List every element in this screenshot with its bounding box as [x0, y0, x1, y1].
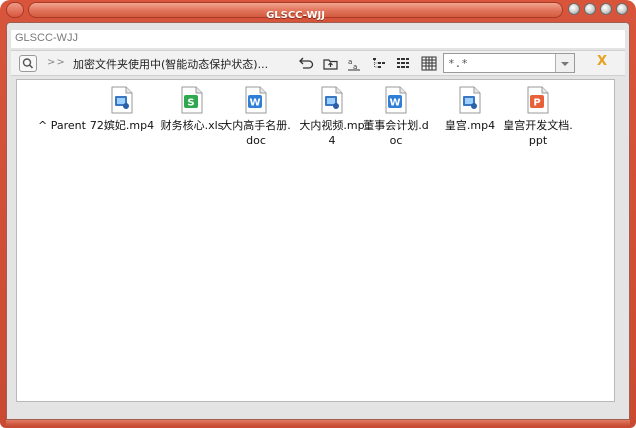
sort-button[interactable]: a a [345, 55, 363, 72]
path-label: 加密文件夹使用中(智能动态保护状态)... [73, 58, 269, 71]
maximize-button[interactable] [600, 3, 612, 15]
spreadsheet-file-icon: S [181, 86, 203, 114]
parent-icon [51, 86, 73, 114]
document-file-icon: W [245, 86, 267, 114]
title-bar[interactable]: GLSCC-WJJ [0, 0, 636, 22]
document-file-icon: W [385, 86, 407, 114]
file-label: 董事会计划.doc [363, 119, 429, 147]
file-list: ^ Parent 72嫔妃.mp4 S 财务核心.xls W 大内高手名册.do… [16, 79, 615, 402]
file-label: 皇宫.mp4 [444, 119, 496, 132]
file-item[interactable]: 皇宫.mp4 [435, 86, 505, 133]
svg-text:P: P [533, 98, 540, 109]
file-label: 72嫔妃.mp4 [89, 119, 155, 132]
list-view-icon [397, 58, 409, 68]
svg-text:a: a [348, 58, 352, 66]
svg-text:W: W [389, 98, 400, 109]
window-menu-button[interactable] [6, 2, 24, 18]
up-folder-icon [323, 59, 338, 70]
inner-title-bar: GLSCC-WJJ [11, 30, 625, 48]
grid-view-icon [421, 56, 437, 71]
search-button[interactable] [19, 55, 37, 72]
up-folder-button[interactable] [322, 55, 340, 72]
bottom-border [6, 420, 630, 426]
file-label: 大内高手名册.doc [221, 119, 291, 147]
file-label: 大内视频.mp4 [299, 119, 365, 147]
inner-title: GLSCC-WJJ [15, 32, 78, 44]
file-label: 财务核心.xls [160, 119, 224, 132]
file-item[interactable]: W 董事会计划.doc [361, 86, 431, 148]
video-file-icon [459, 86, 481, 114]
search-icon [22, 58, 34, 69]
back-button[interactable] [297, 55, 315, 72]
filter-dropdown-button[interactable] [555, 54, 574, 72]
chevron-down-icon [561, 62, 569, 66]
path-chevrons[interactable]: >> [47, 57, 66, 68]
file-item[interactable]: 大内视频.mp4 [297, 86, 367, 148]
close-window-button[interactable] [616, 3, 628, 15]
svg-text:W: W [249, 98, 260, 109]
presentation-file-icon: P [527, 86, 549, 114]
file-item[interactable]: W 大内高手名册.doc [221, 86, 291, 148]
file-item[interactable]: S 财务核心.xls [157, 86, 227, 133]
window-title: GLSCC-WJJ [266, 10, 325, 21]
app-window: GLSCC-WJJ GLSCC-WJJ >> 加密文件夹使用中(智能动态保护状态… [0, 0, 636, 428]
back-icon [299, 57, 314, 69]
grid-view-button[interactable] [420, 55, 438, 72]
sort-az-icon: a a [348, 58, 360, 71]
toolbar: >> 加密文件夹使用中(智能动态保护状态)... a a *.* X [11, 50, 625, 76]
filter-combobox[interactable] [443, 53, 575, 73]
minimize-button[interactable] [568, 3, 580, 15]
close-panel-button[interactable]: X [597, 54, 607, 69]
title-pill: GLSCC-WJJ [28, 2, 563, 21]
list-view-button[interactable] [395, 55, 413, 72]
file-label: 皇宫开发文档.ppt [503, 119, 573, 147]
file-item[interactable]: 72嫔妃.mp4 [87, 86, 157, 133]
video-file-icon [111, 86, 133, 114]
video-file-icon [321, 86, 343, 114]
filter-input[interactable] [446, 55, 560, 71]
svg-text:S: S [187, 98, 194, 109]
tree-view-button[interactable] [370, 55, 388, 72]
restore-button[interactable] [584, 3, 596, 15]
tree-view-icon [373, 58, 385, 68]
file-item[interactable]: P 皇宫开发文档.ppt [503, 86, 573, 148]
